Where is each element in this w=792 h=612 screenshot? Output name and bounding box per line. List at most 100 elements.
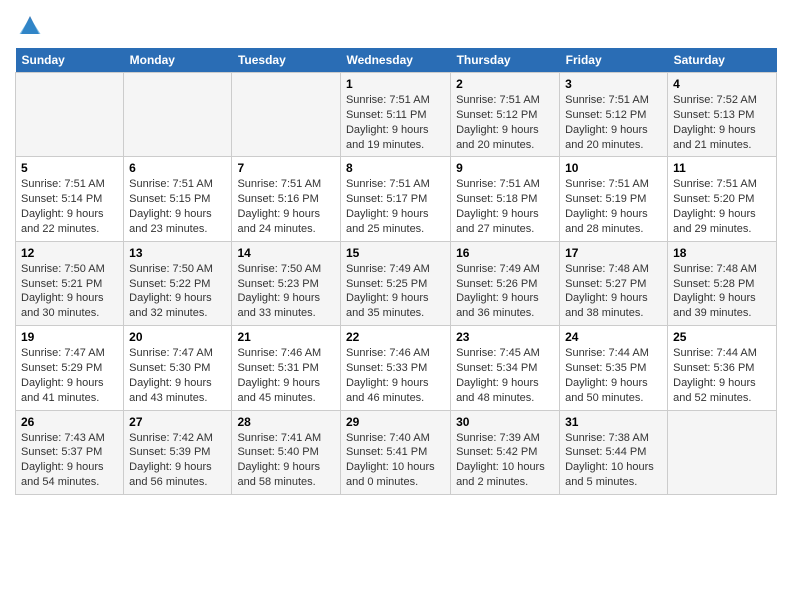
day-info: Sunrise: 7:41 AMSunset: 5:40 PMDaylight:… [237, 431, 335, 490]
day-number: 7 [237, 161, 335, 175]
day-info: Sunrise: 7:51 AMSunset: 5:14 PMDaylight:… [21, 177, 118, 236]
day-number: 12 [21, 246, 118, 260]
day-info: Sunrise: 7:51 AMSunset: 5:17 PMDaylight:… [346, 177, 445, 236]
day-number: 4 [673, 77, 771, 91]
day-number: 6 [129, 161, 226, 175]
day-info: Sunrise: 7:43 AMSunset: 5:37 PMDaylight:… [21, 431, 118, 490]
calendar-cell: 15 Sunrise: 7:49 AMSunset: 5:25 PMDayligh… [340, 241, 450, 325]
day-number: 31 [565, 415, 662, 429]
calendar-cell: 12 Sunrise: 7:50 AMSunset: 5:21 PMDayligh… [16, 241, 124, 325]
day-number: 3 [565, 77, 662, 91]
day-info: Sunrise: 7:45 AMSunset: 5:34 PMDaylight:… [456, 346, 554, 405]
weekday-row: SundayMondayTuesdayWednesdayThursdayFrid… [16, 48, 777, 73]
calendar-cell: 28 Sunrise: 7:41 AMSunset: 5:40 PMDayligh… [232, 410, 341, 494]
calendar-cell: 11 Sunrise: 7:51 AMSunset: 5:20 PMDayligh… [668, 157, 777, 241]
calendar-cell: 22 Sunrise: 7:46 AMSunset: 5:33 PMDayligh… [340, 326, 450, 410]
day-info: Sunrise: 7:50 AMSunset: 5:21 PMDaylight:… [21, 262, 118, 321]
day-number: 1 [346, 77, 445, 91]
calendar-cell [668, 410, 777, 494]
day-info: Sunrise: 7:50 AMSunset: 5:22 PMDaylight:… [129, 262, 226, 321]
day-info: Sunrise: 7:42 AMSunset: 5:39 PMDaylight:… [129, 431, 226, 490]
page-header [15, 10, 777, 40]
calendar-cell: 29Sunrise: 7:40 AMSunset: 5:41 PMDayligh… [340, 410, 450, 494]
calendar-cell: 21 Sunrise: 7:46 AMSunset: 5:31 PMDayligh… [232, 326, 341, 410]
calendar-cell: 2Sunrise: 7:51 AMSunset: 5:12 PMDaylight… [451, 73, 560, 157]
weekday-tuesday: Tuesday [232, 48, 341, 73]
day-number: 19 [21, 330, 118, 344]
day-number: 28 [237, 415, 335, 429]
day-info: Sunrise: 7:46 AMSunset: 5:33 PMDaylight:… [346, 346, 445, 405]
calendar-header: SundayMondayTuesdayWednesdayThursdayFrid… [16, 48, 777, 73]
calendar-cell: 20 Sunrise: 7:47 AMSunset: 5:30 PMDayligh… [124, 326, 232, 410]
calendar-cell [124, 73, 232, 157]
day-number: 11 [673, 161, 771, 175]
day-info: Sunrise: 7:49 AMSunset: 5:26 PMDaylight:… [456, 262, 554, 321]
day-number: 18 [673, 246, 771, 260]
calendar-cell: 13Sunrise: 7:50 AMSunset: 5:22 PMDayligh… [124, 241, 232, 325]
calendar-cell: 17Sunrise: 7:48 AMSunset: 5:27 PMDayligh… [560, 241, 668, 325]
day-number: 14 [237, 246, 335, 260]
calendar-cell: 24 Sunrise: 7:44 AMSunset: 5:35 PMDayligh… [560, 326, 668, 410]
day-number: 25 [673, 330, 771, 344]
week-row-1: 1 Sunrise: 7:51 AMSunset: 5:11 PMDaylight… [16, 73, 777, 157]
week-row-4: 19 Sunrise: 7:47 AMSunset: 5:29 PMDayligh… [16, 326, 777, 410]
week-row-5: 26 Sunrise: 7:43 AMSunset: 5:37 PMDayligh… [16, 410, 777, 494]
day-number: 21 [237, 330, 335, 344]
day-info: Sunrise: 7:50 AMSunset: 5:23 PMDaylight:… [237, 262, 335, 321]
day-number: 15 [346, 246, 445, 260]
day-number: 16 [456, 246, 554, 260]
day-info: Sunrise: 7:47 AMSunset: 5:30 PMDaylight:… [129, 346, 226, 405]
day-info: Sunrise: 7:47 AMSunset: 5:29 PMDaylight:… [21, 346, 118, 405]
week-row-3: 12 Sunrise: 7:50 AMSunset: 5:21 PMDayligh… [16, 241, 777, 325]
day-info: Sunrise: 7:44 AMSunset: 5:36 PMDaylight:… [673, 346, 771, 405]
calendar-cell: 16 Sunrise: 7:49 AMSunset: 5:26 PMDayligh… [451, 241, 560, 325]
logo [15, 10, 49, 40]
calendar-cell: 14 Sunrise: 7:50 AMSunset: 5:23 PMDayligh… [232, 241, 341, 325]
day-number: 10 [565, 161, 662, 175]
week-row-2: 5Sunrise: 7:51 AMSunset: 5:14 PMDaylight… [16, 157, 777, 241]
day-number: 2 [456, 77, 554, 91]
day-info: Sunrise: 7:51 AMSunset: 5:11 PMDaylight:… [346, 93, 445, 152]
day-number: 23 [456, 330, 554, 344]
calendar-cell: 9Sunrise: 7:51 AMSunset: 5:18 PMDaylight… [451, 157, 560, 241]
calendar-cell: 27 Sunrise: 7:42 AMSunset: 5:39 PMDayligh… [124, 410, 232, 494]
calendar-cell [16, 73, 124, 157]
calendar-cell: 3 Sunrise: 7:51 AMSunset: 5:12 PMDaylight… [560, 73, 668, 157]
day-number: 27 [129, 415, 226, 429]
calendar-cell: 23 Sunrise: 7:45 AMSunset: 5:34 PMDayligh… [451, 326, 560, 410]
day-number: 20 [129, 330, 226, 344]
day-info: Sunrise: 7:51 AMSunset: 5:12 PMDaylight:… [565, 93, 662, 152]
weekday-wednesday: Wednesday [340, 48, 450, 73]
day-number: 29 [346, 415, 445, 429]
day-info: Sunrise: 7:38 AMSunset: 5:44 PMDaylight:… [565, 431, 662, 490]
day-number: 22 [346, 330, 445, 344]
day-number: 17 [565, 246, 662, 260]
day-number: 24 [565, 330, 662, 344]
day-info: Sunrise: 7:52 AMSunset: 5:13 PMDaylight:… [673, 93, 771, 152]
day-info: Sunrise: 7:51 AMSunset: 5:19 PMDaylight:… [565, 177, 662, 236]
calendar-cell: 7 Sunrise: 7:51 AMSunset: 5:16 PMDaylight… [232, 157, 341, 241]
day-number: 30 [456, 415, 554, 429]
day-info: Sunrise: 7:51 AMSunset: 5:20 PMDaylight:… [673, 177, 771, 236]
day-info: Sunrise: 7:51 AMSunset: 5:15 PMDaylight:… [129, 177, 226, 236]
calendar-cell: 6 Sunrise: 7:51 AMSunset: 5:15 PMDaylight… [124, 157, 232, 241]
day-info: Sunrise: 7:49 AMSunset: 5:25 PMDaylight:… [346, 262, 445, 321]
day-number: 8 [346, 161, 445, 175]
calendar-cell: 1 Sunrise: 7:51 AMSunset: 5:11 PMDaylight… [340, 73, 450, 157]
calendar-body: 1 Sunrise: 7:51 AMSunset: 5:11 PMDaylight… [16, 73, 777, 495]
calendar-table: SundayMondayTuesdayWednesdayThursdayFrid… [15, 48, 777, 495]
calendar-cell: 31 Sunrise: 7:38 AMSunset: 5:44 PMDayligh… [560, 410, 668, 494]
day-info: Sunrise: 7:44 AMSunset: 5:35 PMDaylight:… [565, 346, 662, 405]
weekday-thursday: Thursday [451, 48, 560, 73]
calendar-cell: 26 Sunrise: 7:43 AMSunset: 5:37 PMDayligh… [16, 410, 124, 494]
day-info: Sunrise: 7:46 AMSunset: 5:31 PMDaylight:… [237, 346, 335, 405]
calendar-cell: 10 Sunrise: 7:51 AMSunset: 5:19 PMDayligh… [560, 157, 668, 241]
weekday-monday: Monday [124, 48, 232, 73]
day-number: 9 [456, 161, 554, 175]
day-info: Sunrise: 7:39 AMSunset: 5:42 PMDaylight:… [456, 431, 554, 490]
calendar-cell: 5Sunrise: 7:51 AMSunset: 5:14 PMDaylight… [16, 157, 124, 241]
calendar-cell: 30 Sunrise: 7:39 AMSunset: 5:42 PMDayligh… [451, 410, 560, 494]
day-info: Sunrise: 7:51 AMSunset: 5:16 PMDaylight:… [237, 177, 335, 236]
day-info: Sunrise: 7:48 AMSunset: 5:28 PMDaylight:… [673, 262, 771, 321]
day-number: 26 [21, 415, 118, 429]
